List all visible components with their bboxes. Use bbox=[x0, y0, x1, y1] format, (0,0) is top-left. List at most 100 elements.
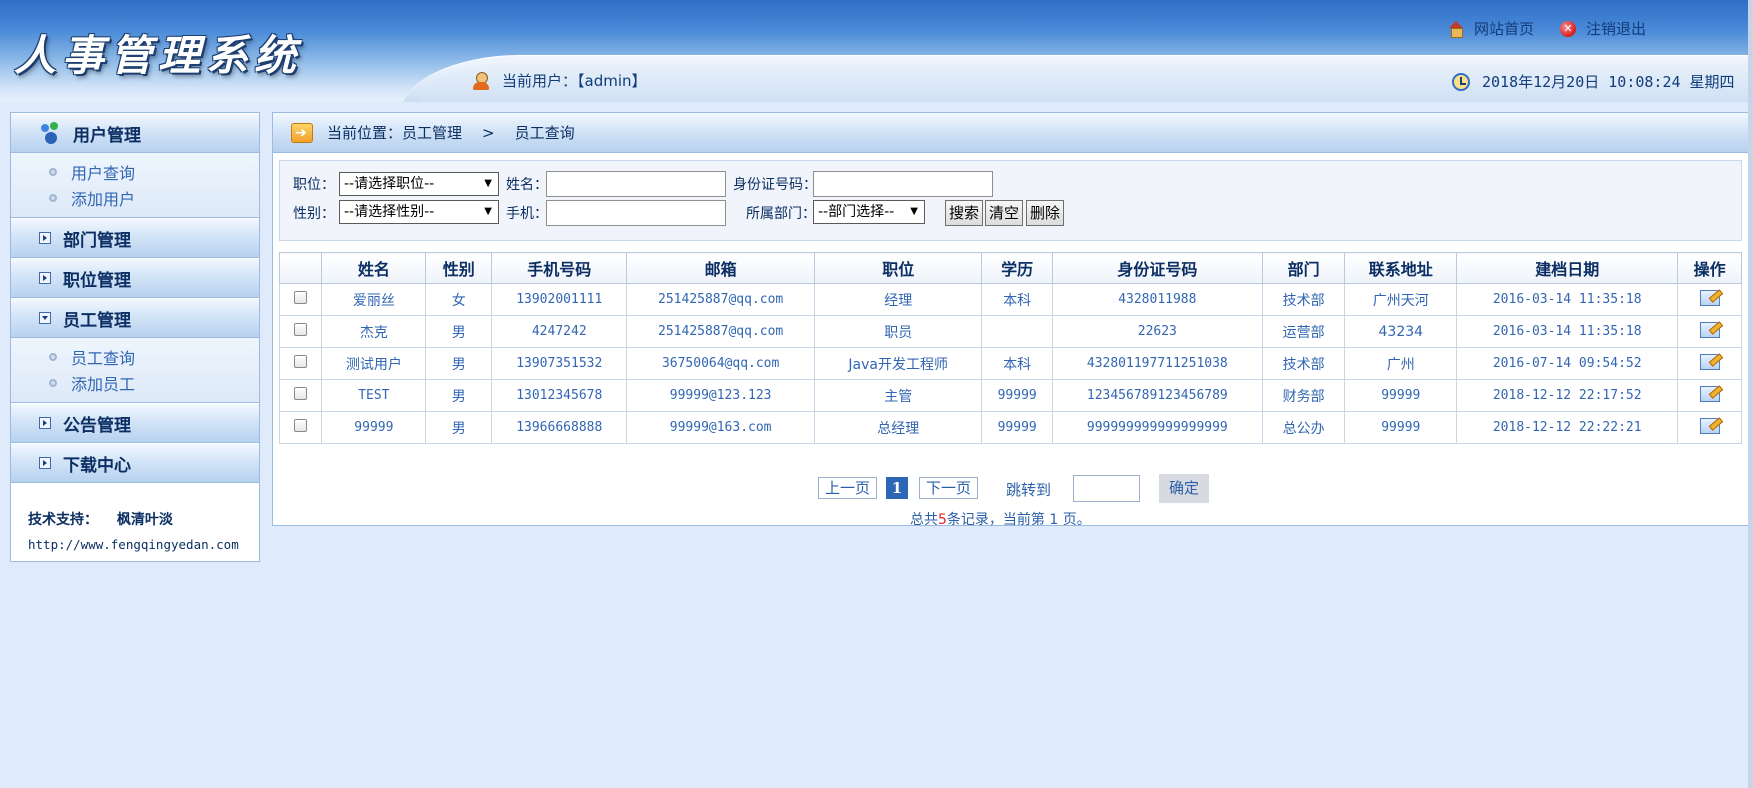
page-scrollbar[interactable] bbox=[1748, 0, 1753, 788]
idcard-label: 身份证号码： bbox=[733, 177, 817, 193]
users-icon bbox=[41, 122, 61, 144]
cell-date: 2016-03-14 11:35:18 bbox=[1456, 283, 1679, 316]
row-checkbox-cell bbox=[278, 315, 323, 348]
clock-icon bbox=[1452, 72, 1470, 91]
cell-job: 经理 bbox=[813, 283, 983, 316]
edit-icon[interactable] bbox=[1699, 417, 1720, 434]
home-icon bbox=[1448, 20, 1464, 38]
sidebar-section-job-management[interactable]: 职位管理 bbox=[11, 258, 259, 298]
jump-page-input[interactable] bbox=[1073, 475, 1140, 502]
logout-link-label: 注销退出 bbox=[1586, 20, 1647, 38]
edit-icon[interactable] bbox=[1699, 289, 1720, 306]
top-banner: 人事管理系统 网站首页 ✕ 注销退出 当前用户：【admin】 2018年12月… bbox=[0, 0, 1753, 102]
dept-select[interactable]: --部门选择-- bbox=[813, 200, 925, 224]
cell-action bbox=[1677, 283, 1742, 316]
column-header: 联系地址 bbox=[1344, 252, 1458, 284]
sidebar-section-label: 职位管理 bbox=[63, 270, 131, 291]
row-checkbox[interactable] bbox=[294, 323, 308, 336]
column-header: 建档日期 bbox=[1456, 252, 1679, 284]
cell-name: TEST bbox=[321, 379, 427, 412]
cell-edu: 本科 bbox=[981, 283, 1053, 316]
sidebar-section-employee-management[interactable]: 员工管理 bbox=[11, 298, 259, 338]
idcard-input[interactable] bbox=[813, 171, 993, 197]
home-link[interactable]: 网站首页 bbox=[1448, 18, 1534, 39]
column-header: 邮箱 bbox=[626, 252, 815, 284]
cell-idcard: 999999999999999999 bbox=[1051, 411, 1263, 444]
table-row: 测试用户 男 13907351532 36750064@qq.com Java开… bbox=[278, 347, 1742, 380]
next-page-button[interactable]: 下一页 bbox=[919, 477, 979, 499]
summary-prefix: 总共 bbox=[910, 512, 938, 528]
dept-label: 所属部门： bbox=[746, 206, 816, 222]
logout-link[interactable]: ✕ 注销退出 bbox=[1560, 18, 1646, 39]
cell-action bbox=[1677, 315, 1742, 348]
breadcrumb-separator: > bbox=[482, 123, 495, 142]
sidebar-section-dept-management[interactable]: 部门管理 bbox=[11, 218, 259, 258]
tech-support-name: 枫清叶淡 bbox=[116, 512, 173, 528]
cell-job: 主管 bbox=[813, 379, 983, 412]
cell-action bbox=[1677, 379, 1742, 412]
delete-button[interactable]: 删除 bbox=[1026, 200, 1065, 226]
column-header: 姓名 bbox=[321, 252, 427, 284]
cell-idcard: 432801197711251038 bbox=[1051, 347, 1263, 380]
employee-table: 姓名 性别 手机号码 邮箱 职位 学历 身份证号码 部门 联系地址 建档日期 操… bbox=[278, 252, 1742, 444]
summary-page: 1 bbox=[1044, 512, 1063, 528]
expand-icon bbox=[39, 232, 51, 244]
user-icon bbox=[472, 71, 490, 90]
cell-edu: 99999 bbox=[981, 379, 1053, 412]
sidebar-section-download-center[interactable]: 下载中心 bbox=[11, 443, 259, 483]
row-checkbox[interactable] bbox=[294, 419, 308, 432]
name-label: 姓名： bbox=[506, 177, 548, 193]
sidebar-submenu-user: 用户查询 添加用户 bbox=[11, 153, 259, 218]
sidebar-item-user-query[interactable]: 用户查询 bbox=[49, 159, 259, 185]
prev-page-button[interactable]: 上一页 bbox=[818, 477, 878, 499]
collapse-icon bbox=[39, 312, 51, 324]
name-input[interactable] bbox=[546, 171, 726, 197]
row-checkbox[interactable] bbox=[294, 291, 308, 304]
cell-sex: 男 bbox=[425, 315, 493, 348]
current-page-button[interactable]: 1 bbox=[886, 477, 908, 499]
phone-input[interactable] bbox=[546, 200, 726, 226]
arrow-right-icon bbox=[291, 122, 313, 143]
column-header: 性别 bbox=[425, 252, 493, 284]
cell-dept: 财务部 bbox=[1261, 379, 1346, 412]
edit-icon[interactable] bbox=[1699, 353, 1720, 370]
main-panel: 当前位置：员工管理 > 员工查询 职位： --请选择职位-- 姓名： 身份证号码… bbox=[272, 112, 1753, 528]
edit-icon[interactable] bbox=[1699, 385, 1720, 402]
table-row: 99999 男 13966668888 99999@163.com 总经理 99… bbox=[278, 411, 1742, 444]
row-checkbox[interactable] bbox=[294, 387, 308, 400]
cell-sex: 女 bbox=[425, 283, 493, 316]
sidebar-item-add-user[interactable]: 添加用户 bbox=[49, 185, 259, 211]
summary-suffix: 页。 bbox=[1062, 512, 1091, 528]
sidebar-item-add-employee[interactable]: 添加员工 bbox=[49, 370, 259, 396]
row-checkbox[interactable] bbox=[294, 355, 308, 368]
cell-addr: 广州 bbox=[1344, 347, 1458, 380]
edit-icon[interactable] bbox=[1699, 321, 1720, 338]
table-row: TEST 男 13012345678 99999@123.123 主管 9999… bbox=[278, 379, 1742, 412]
cell-dept: 总公办 bbox=[1261, 411, 1346, 444]
cell-date: 2016-07-14 09:54:52 bbox=[1456, 347, 1679, 380]
sidebar-section-user-management[interactable]: 用户管理 bbox=[11, 113, 259, 153]
total-count: 5 bbox=[938, 512, 947, 528]
cell-job: 总经理 bbox=[813, 411, 983, 444]
cell-name: 99999 bbox=[321, 411, 427, 444]
sidebar-section-label: 用户管理 bbox=[73, 125, 141, 146]
cell-dept: 技术部 bbox=[1261, 283, 1346, 316]
cell-phone: 4247242 bbox=[491, 315, 628, 348]
sidebar-item-employee-query[interactable]: 员工查询 bbox=[49, 344, 259, 370]
tech-support-url[interactable]: http://www.fengqingyedan.com bbox=[28, 537, 259, 552]
cell-dept: 技术部 bbox=[1261, 347, 1346, 380]
cell-phone: 13012345678 bbox=[491, 379, 628, 412]
job-select[interactable]: --请选择职位-- bbox=[339, 172, 499, 196]
sidebar-section-label: 下载中心 bbox=[63, 455, 131, 476]
table-header-row: 姓名 性别 手机号码 邮箱 职位 学历 身份证号码 部门 联系地址 建档日期 操… bbox=[278, 252, 1742, 284]
sidebar-section-notice-management[interactable]: 公告管理 bbox=[11, 403, 259, 443]
search-button[interactable]: 搜索 bbox=[945, 200, 984, 226]
go-button[interactable]: 确定 bbox=[1159, 474, 1209, 503]
sex-select[interactable]: --请选择性别-- bbox=[339, 200, 499, 224]
cell-name: 爱丽丝 bbox=[321, 283, 427, 316]
cell-name: 杰克 bbox=[321, 315, 427, 348]
cell-phone: 13902001111 bbox=[491, 283, 628, 316]
clear-button[interactable]: 清空 bbox=[985, 200, 1024, 226]
cell-idcard: 123456789123456789 bbox=[1051, 379, 1263, 412]
app-logo: 人事管理系统 bbox=[14, 31, 303, 80]
